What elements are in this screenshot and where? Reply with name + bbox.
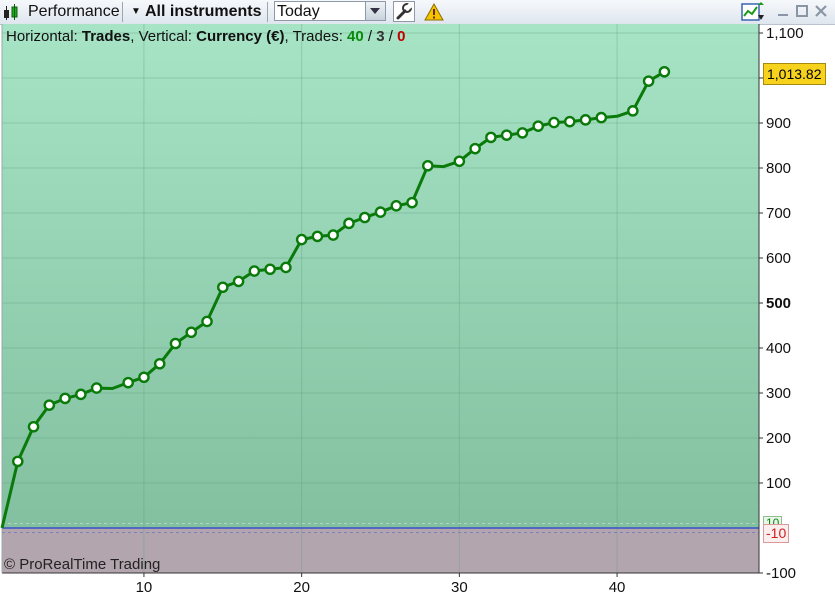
trade-point: [75, 388, 87, 401]
trade-point: [595, 111, 608, 124]
y-tick-label: 200: [766, 430, 791, 447]
trades-losing-count: 0: [397, 28, 406, 45]
plot-background: [2, 24, 759, 573]
x-tick-label: 20: [293, 579, 310, 596]
trade-point: [169, 337, 182, 350]
trade-point: [185, 326, 198, 339]
trades-label: Trades:: [292, 28, 343, 45]
settings-button[interactable]: [393, 1, 415, 22]
x-tick-label: 30: [451, 579, 468, 596]
trade-point: [358, 211, 371, 224]
trade-point: [516, 127, 529, 139]
chart-info-line: Horizontal: Trades, Vertical: Currency (…: [6, 28, 406, 45]
trade-point: [280, 261, 292, 274]
trade-point: [27, 420, 40, 433]
close-icon[interactable]: [814, 4, 828, 18]
trade-point: [453, 155, 466, 168]
wrench-icon: [396, 2, 414, 20]
trade-point: [579, 114, 592, 126]
toolbar-separator: [267, 2, 268, 22]
trade-point: [374, 206, 387, 218]
y-tick-label: 400: [766, 340, 791, 357]
x-tick-label: 10: [136, 579, 153, 596]
trade-point: [122, 376, 134, 389]
trades-winning-count: 40: [347, 28, 364, 45]
y-tick-label: 300: [766, 385, 791, 402]
trade-point: [485, 131, 497, 144]
vertical-label: Vertical:: [138, 28, 192, 45]
y-axis: -1001002003004005006007008009001,0001,10…: [759, 25, 804, 582]
trade-point: [469, 142, 481, 155]
y-tick-label: 600: [766, 250, 791, 267]
trade-point: [43, 399, 56, 411]
trade-point: [343, 217, 355, 230]
period-value: Today: [277, 3, 320, 20]
dropdown-arrow-icon[interactable]: ▼: [131, 0, 141, 24]
trade-point: [232, 275, 245, 288]
trade-point: [327, 229, 339, 241]
trade-point: [295, 233, 308, 246]
copyright-text: © ProRealTime Trading: [4, 556, 161, 573]
trade-point: [153, 357, 166, 370]
equity-chart[interactable]: -1001002003004005006007008009001,0001,10…: [0, 24, 835, 601]
last-value-tag: 1,013.82: [763, 63, 826, 85]
minimize-icon[interactable]: [776, 4, 790, 18]
y-tick-label: 100: [766, 475, 791, 492]
trade-point: [59, 392, 71, 405]
performance-menu[interactable]: Performance: [28, 0, 120, 24]
y-tick-label: 700: [766, 205, 791, 222]
x-tick-label: 40: [609, 579, 626, 596]
chevron-down-icon: [370, 8, 380, 14]
trade-point: [138, 371, 150, 384]
trade-point: [500, 129, 513, 141]
trade-point: [201, 315, 213, 328]
trade-point: [422, 159, 434, 172]
trade-point: [548, 116, 560, 129]
trade-point: [627, 105, 639, 117]
negative-threshold-tag: -10: [763, 524, 790, 543]
trade-point: [390, 199, 403, 212]
trade-point: [406, 196, 418, 209]
maximize-icon[interactable]: [795, 4, 809, 18]
trade-point: [642, 75, 655, 87]
trade-point: [658, 65, 671, 78]
candlestick-icon[interactable]: [3, 4, 25, 21]
horizontal-value: Trades: [81, 28, 131, 45]
horizontal-label: Horizontal:: [6, 28, 78, 45]
trade-point: [563, 115, 576, 128]
trades-separator: /: [388, 28, 393, 45]
trade-point: [264, 263, 276, 276]
x-axis: 10 20 30 40: [136, 573, 626, 596]
y-tick-label: 500: [766, 295, 791, 312]
period-dropdown-button[interactable]: [365, 2, 385, 20]
toolbar: Performance ▼ All instruments Today: [0, 0, 835, 25]
chart-share-icon[interactable]: [741, 2, 765, 22]
vertical-value: Currency (€): [196, 28, 285, 45]
trade-point: [311, 230, 324, 243]
toolbar-separator: [122, 2, 123, 22]
trades-separator: /: [367, 28, 373, 45]
trade-point: [11, 455, 24, 468]
warning-icon[interactable]: [424, 3, 444, 21]
period-select[interactable]: Today: [274, 1, 386, 21]
y-tick-label: -100: [766, 565, 796, 582]
profit-zone: [2, 24, 759, 528]
trade-point: [248, 265, 261, 277]
trade-point: [90, 382, 103, 394]
trade-point: [216, 281, 229, 294]
y-tick-label: 1,100: [766, 25, 804, 42]
trades-neutral-count: 3: [376, 28, 385, 45]
y-tick-label: 800: [766, 160, 791, 177]
instruments-dropdown[interactable]: All instruments: [145, 0, 261, 24]
trade-point: [532, 120, 545, 132]
y-tick-label: 900: [766, 115, 791, 132]
